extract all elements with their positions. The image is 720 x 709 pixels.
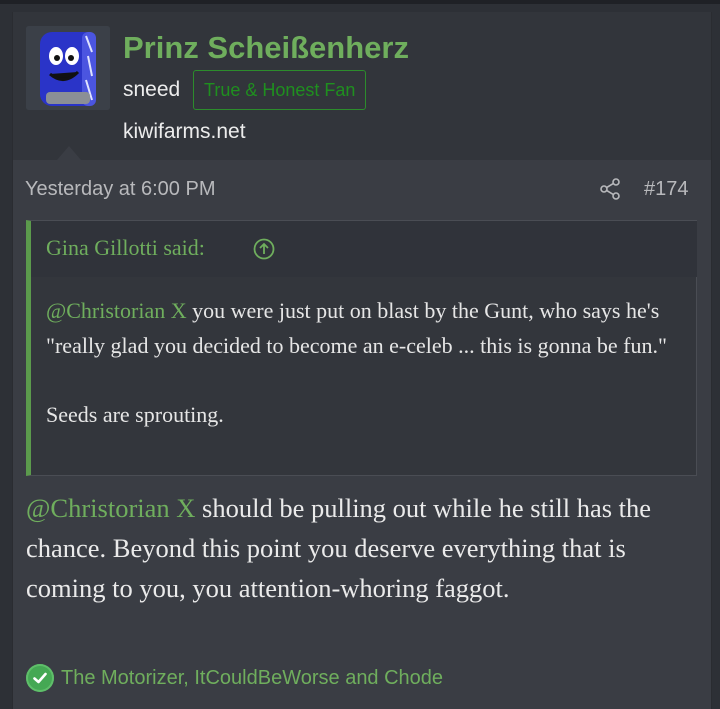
quote-header: Gina Gillotti said: bbox=[31, 221, 697, 277]
top-bar bbox=[0, 0, 720, 4]
user-site: kiwifarms.net bbox=[123, 120, 246, 143]
quote-paragraph: @Christorian X you were just put on blas… bbox=[46, 293, 686, 363]
share-icon[interactable] bbox=[599, 178, 621, 200]
quote-body: @Christorian X you were just put on blas… bbox=[46, 293, 686, 432]
user-banner-badge: True & Honest Fan bbox=[193, 70, 367, 110]
forum-post: Prinz Scheißenherz sneed True & Honest F… bbox=[12, 12, 712, 709]
reaction-names[interactable]: The Motorizer, ItCouldBeWorse and Chode bbox=[61, 667, 443, 690]
avatar-image bbox=[26, 26, 110, 110]
user-title: sneed bbox=[123, 78, 181, 101]
username[interactable]: Prinz Scheißenherz bbox=[123, 30, 409, 66]
header-pointer bbox=[57, 146, 81, 160]
post-body: @Christorian X should be pulling out whi… bbox=[26, 488, 701, 608]
quote-text-2: Seeds are sprouting. bbox=[46, 402, 224, 427]
mention-link[interactable]: @Christorian X bbox=[26, 493, 195, 523]
mention-link[interactable]: @Christorian X bbox=[46, 298, 187, 323]
post-number-link[interactable]: #174 bbox=[644, 178, 689, 201]
post-timestamp[interactable]: Yesterday at 6:00 PM bbox=[25, 178, 216, 201]
user-avatar[interactable] bbox=[26, 26, 110, 110]
reactions-bar[interactable]: The Motorizer, ItCouldBeWorse and Chode bbox=[26, 664, 443, 692]
quote-block: Gina Gillotti said: @Christorian X you w… bbox=[26, 220, 697, 476]
arrow-up-circle-icon[interactable] bbox=[253, 238, 275, 260]
quote-author[interactable]: Gina Gillotti said: bbox=[46, 235, 205, 261]
user-header: Prinz Scheißenherz sneed True & Honest F… bbox=[13, 12, 711, 160]
check-icon bbox=[26, 664, 54, 692]
